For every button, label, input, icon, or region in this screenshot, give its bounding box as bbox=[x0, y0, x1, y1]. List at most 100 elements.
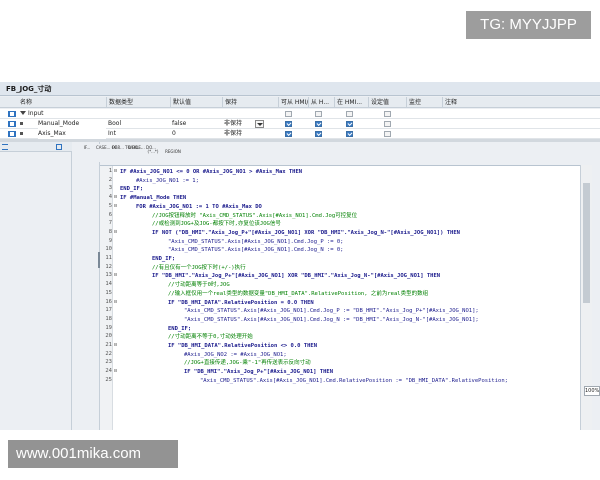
hmi-settable-checkbox[interactable] bbox=[346, 121, 353, 127]
for-button[interactable]: FOR... TO DO... bbox=[112, 145, 142, 150]
zoom-level[interactable]: 100% bbox=[584, 386, 600, 396]
hmi-settable-checkbox[interactable] bbox=[346, 131, 353, 137]
fold-toggle-icon[interactable]: ⊟ bbox=[114, 203, 118, 209]
row-type[interactable]: Bool bbox=[108, 119, 168, 129]
code-line[interactable]: IF #Manual_Mode THEN bbox=[120, 194, 186, 202]
row-type[interactable] bbox=[108, 109, 168, 119]
fold-toggle-icon[interactable]: ⊟ bbox=[114, 194, 118, 200]
row-default[interactable] bbox=[172, 109, 220, 119]
case-button[interactable]: CASE... OF... bbox=[96, 145, 120, 150]
row-name[interactable]: Manual_Mode bbox=[38, 119, 106, 129]
hmi-settable-checkbox bbox=[346, 111, 353, 117]
hmi-access-checkbox[interactable] bbox=[285, 131, 292, 137]
code-line[interactable]: "Axis_CMD_STATUS".Axis[#Axis_JOG_NO1].Cm… bbox=[168, 246, 344, 254]
retain-dropdown[interactable] bbox=[255, 120, 264, 128]
comment-button[interactable]: (*...*) bbox=[146, 149, 160, 154]
code-line[interactable]: "Axis_CMD_STATUS".Axis[#Axis_JOG_NO1].Cm… bbox=[200, 377, 508, 385]
line-number: 8 bbox=[108, 228, 112, 235]
fold-toggle-icon[interactable]: ⊟ bbox=[114, 342, 118, 348]
col-retain[interactable]: 保持 bbox=[222, 97, 278, 108]
interface-row[interactable]: Input bbox=[0, 109, 600, 119]
region-button[interactable]: REGION bbox=[162, 149, 184, 154]
line-number: 17 bbox=[105, 307, 112, 314]
code-line[interactable]: END_IF; bbox=[120, 185, 143, 193]
row-retain[interactable]: 非保持 bbox=[224, 129, 252, 139]
code-line[interactable]: IF #Axis_JOG_NO1 <= 0 OR #Axis_JOG_NO1 >… bbox=[120, 168, 302, 176]
code-line[interactable]: //寸动距离不等于0,寸动处理开始 bbox=[168, 333, 253, 341]
setpoint-checkbox[interactable] bbox=[384, 131, 391, 137]
col-default[interactable]: 默认值 bbox=[170, 97, 222, 108]
col-name[interactable]: 名称 bbox=[18, 97, 106, 108]
row-type[interactable]: Int bbox=[108, 129, 168, 139]
fold-toggle-icon[interactable]: ⊟ bbox=[114, 299, 118, 305]
line-number: 14 bbox=[105, 281, 112, 288]
code-line[interactable]: //或检测到JOG+及JOG-都按下时,亦复位该JOG信号 bbox=[152, 220, 281, 228]
fold-toggle-icon[interactable]: ⊟ bbox=[114, 272, 118, 278]
line-number: 21 bbox=[105, 342, 112, 348]
line-number: 5 bbox=[108, 202, 112, 209]
code-line[interactable]: "Axis_CMD_STATUS".Axis[#Axis_JOG_NO1].Cm… bbox=[184, 316, 479, 324]
fold-toggle-icon[interactable]: ⊟ bbox=[114, 229, 118, 235]
code-line[interactable]: #Axis_JOG_NO1 := 1; bbox=[136, 177, 199, 185]
code-line[interactable]: IF "DB_HMI_DATA".RelativePosition <> 0.0… bbox=[168, 342, 317, 350]
code-line[interactable]: //寸动距离等于0时,JOG bbox=[168, 281, 230, 289]
line-number: 15 bbox=[105, 289, 112, 296]
code-line[interactable]: END_IF; bbox=[168, 325, 191, 333]
code-line[interactable]: "Axis_CMD_STATUS".Axis[#Axis_JOG_NO1].Cm… bbox=[184, 307, 479, 315]
if-button[interactable]: IF... bbox=[80, 145, 94, 150]
line-number: 24 bbox=[105, 368, 112, 375]
pane-toolbar bbox=[0, 142, 72, 152]
code-line[interactable]: END_IF; bbox=[152, 255, 175, 263]
line-number: 18 bbox=[105, 315, 112, 322]
line-number: 1 bbox=[108, 168, 112, 174]
line-number-gutter: 1 2 3 4 5 6 7 8 9 10 11 12 13 14 15 16 17 18 19 20 21 22 23 24 2… bbox=[100, 166, 113, 430]
code-line[interactable]: "Axis_CMD_STATUS".Axis[#Axis_JOG_NO1].Cm… bbox=[168, 238, 344, 246]
row-retain[interactable] bbox=[224, 109, 252, 119]
code-line[interactable]: //JOG按钮释放时 "Axis_CMD_STATUS".Axis[#Axis_… bbox=[152, 212, 357, 220]
hmi-access-checkbox[interactable] bbox=[285, 121, 292, 127]
expand-icon[interactable] bbox=[20, 111, 26, 115]
col-hmi-access[interactable]: 可从 HMI/... bbox=[278, 97, 308, 108]
variable-icon bbox=[8, 111, 16, 117]
bullet-icon bbox=[20, 132, 23, 135]
hmi-visible-checkbox[interactable] bbox=[315, 131, 322, 137]
col-setpoint[interactable]: 设定值 bbox=[368, 97, 406, 108]
code-line[interactable]: IF "DB_HMI_DATA".RelativePosition = 0.0 … bbox=[168, 299, 314, 307]
row-default[interactable]: 0 bbox=[172, 129, 220, 139]
list-icon[interactable] bbox=[2, 144, 8, 150]
line-number: 11 bbox=[105, 255, 112, 261]
split-icon[interactable] bbox=[56, 144, 62, 150]
code-line[interactable]: IF "DB_HMI"."Axis_Jog_P+"[#Axis_JOG_NO1]… bbox=[184, 368, 333, 376]
col-monitor[interactable]: 监控 bbox=[406, 97, 442, 108]
while-button[interactable]: WHILE... DO... bbox=[128, 145, 156, 150]
code-line[interactable]: #Axis_JOG_NO2 := #Axis_JOG_NO1; bbox=[184, 351, 287, 359]
row-name: Input bbox=[28, 110, 44, 117]
setpoint-checkbox[interactable] bbox=[384, 111, 391, 117]
code-line[interactable]: //JOG+直接传递,JOG-乘"-1"再传送表示反向寸动 bbox=[184, 359, 311, 367]
interface-row[interactable]: Axis_Max Int 0 非保持 bbox=[0, 129, 600, 139]
setpoint-checkbox[interactable] bbox=[384, 121, 391, 127]
line-number: 25 bbox=[105, 376, 112, 383]
fold-toggle-icon[interactable]: ⊟ bbox=[114, 368, 118, 374]
code-line[interactable]: FOR #Axis_JOG_NO1 := 1 TO #Axis_Max DO bbox=[136, 203, 262, 211]
col-hmi-settable[interactable]: 在 HMI... bbox=[334, 97, 368, 108]
col-hmi-visible[interactable]: 从 H... bbox=[308, 97, 334, 108]
watermark-bottom-left: www.001mika.com bbox=[8, 440, 178, 468]
fold-toggle-icon[interactable]: ⊟ bbox=[114, 168, 118, 174]
code-line[interactable]: //输入框仅用一个real类型的数据变量"DB_HMI_DATA".Relati… bbox=[168, 290, 428, 298]
code-line[interactable]: //有且仅有一个JOG按下时(+/-)执行 bbox=[152, 264, 246, 272]
col-comment[interactable]: 注释 bbox=[442, 97, 600, 108]
hmi-visible-checkbox[interactable] bbox=[315, 121, 322, 127]
row-default[interactable]: false bbox=[172, 119, 220, 129]
code-editor[interactable]: 1 2 3 4 5 6 7 8 9 10 11 12 13 14 15 16 17 18 19 20 21 22 23 24 2… bbox=[100, 165, 580, 430]
watermark-top-right: TG: MYYJJPP bbox=[466, 11, 591, 39]
col-type[interactable]: 数据类型 bbox=[106, 97, 170, 108]
code-line[interactable]: IF "DB_HMI"."Axis_Jog_P+"[#Axis_JOG_NO1]… bbox=[152, 272, 440, 280]
code-line[interactable]: IF NOT ("DB_HMI"."Axis_Jog_P+"[#Axis_JOG… bbox=[152, 229, 460, 237]
interface-row[interactable]: Manual_Mode Bool false 非保持 bbox=[0, 119, 600, 129]
line-number: 19 bbox=[105, 324, 112, 331]
scrollbar-thumb[interactable] bbox=[583, 183, 590, 303]
instruction-pane bbox=[0, 142, 72, 430]
row-retain[interactable]: 非保持 bbox=[224, 119, 252, 129]
row-name[interactable]: Axis_Max bbox=[38, 129, 106, 139]
